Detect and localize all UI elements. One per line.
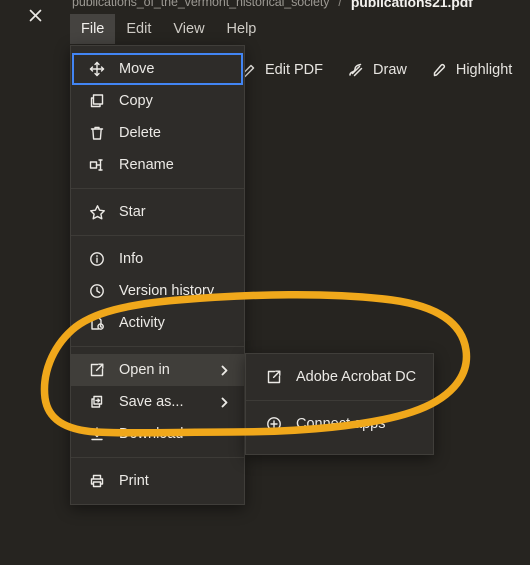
menu-item-label: Version history [119,283,215,299]
menu-bar-item-help[interactable]: Help [216,14,268,44]
clock-icon [89,283,111,299]
open-in-submenu: Adobe Acrobat DC Connect apps [245,353,434,455]
menu-item-label: Rename [119,157,174,173]
save-as-icon [89,394,111,410]
menu-item-label: Copy [119,93,153,109]
file-dropdown-menu: Move Copy Delete Rename Star Info Versio… [70,45,245,505]
toolbar-label: Edit PDF [265,62,324,78]
activity-icon [89,315,111,331]
chevron-right-icon [219,396,234,409]
menu-item-label: Activity [119,315,165,331]
menu-item-label: Print [119,473,149,489]
menu-bar-item-edit[interactable]: Edit [115,14,162,44]
move-icon [89,61,111,77]
download-icon [89,426,111,442]
rename-icon [89,157,111,173]
menu-item-download[interactable]: Download [71,418,244,450]
menu-group: Adobe Acrobat DC [246,361,433,393]
breadcrumb-file-name: publications21.pdf [350,0,473,10]
menu-item-label: Download [119,426,184,442]
pdf-toolbar: Edit PDF Draw Highlight [228,54,530,86]
close-button[interactable] [21,0,49,30]
menu-group: Print [71,457,244,504]
menu-item-copy[interactable]: Copy [71,85,244,117]
star-icon [89,204,111,221]
menu-item-delete[interactable]: Delete [71,117,244,149]
menu-item-star[interactable]: Star [71,196,244,228]
menu-bar-label: View [173,21,205,37]
menu-bar-item-view[interactable]: View [162,14,215,44]
highlight-icon [431,62,448,79]
submenu-item-connect-apps[interactable]: Connect apps [246,408,433,440]
plus-circle-icon [266,416,288,432]
menu-item-save-as[interactable]: Save as... [71,386,244,418]
menu-item-open-in[interactable]: Open in [71,354,244,386]
toolbar-draw-button[interactable]: Draw [335,57,419,83]
menu-item-label: Save as... [119,394,184,410]
menu-item-activity[interactable]: Activity [71,307,244,339]
menu-item-rename[interactable]: Rename [71,149,244,181]
open-in-icon [266,369,288,385]
menu-item-info[interactable]: Info [71,243,244,275]
menu-item-print[interactable]: Print [71,465,244,497]
menu-bar-item-file[interactable]: File [70,14,116,44]
toolbar-text-box-button[interactable] [524,58,530,82]
menu-group: Open in Save as... Download [71,346,244,450]
open-in-icon [89,362,111,378]
print-icon [89,473,111,489]
toolbar-label: Highlight [455,62,513,78]
menu-group: Move Copy Delete Rename [71,53,244,181]
menu-item-label: Delete [119,125,161,141]
menu-item-version-history[interactable]: Version history [71,275,244,307]
menu-group: Connect apps [246,400,433,447]
menu-item-move[interactable]: Move [71,53,244,85]
menu-item-label: Open in [119,362,170,378]
copy-icon [89,93,111,109]
breadcrumb-separator: / [338,0,342,9]
menu-item-label: Move [119,61,155,77]
menu-group: Star [71,188,244,228]
draw-icon [347,61,365,79]
submenu-item-adobe-acrobat-dc[interactable]: Adobe Acrobat DC [246,361,433,393]
chevron-right-icon [219,364,234,377]
breadcrumb-folder-path[interactable]: publications_of_the_vermont_historical_s… [72,0,329,9]
menu-bar-label: Help [226,21,257,37]
menu-item-label: Adobe Acrobat DC [296,369,417,385]
toolbar-label: Draw [373,62,407,78]
info-icon [89,251,111,267]
menu-bar-label: Edit [126,21,152,37]
toolbar-highlight-button[interactable]: Highlight [419,58,524,83]
close-icon [27,7,44,24]
menu-bar: File Edit View Help [70,14,267,44]
menu-item-label: Connect apps [296,416,386,432]
menu-item-label: Star [119,204,146,220]
breadcrumb: publications_of_the_vermont_historical_s… [0,0,530,13]
trash-icon [89,125,111,141]
menu-bar-label: File [81,21,105,37]
menu-item-label: Info [119,251,144,267]
menu-group: Info Version history Activity [71,235,244,339]
